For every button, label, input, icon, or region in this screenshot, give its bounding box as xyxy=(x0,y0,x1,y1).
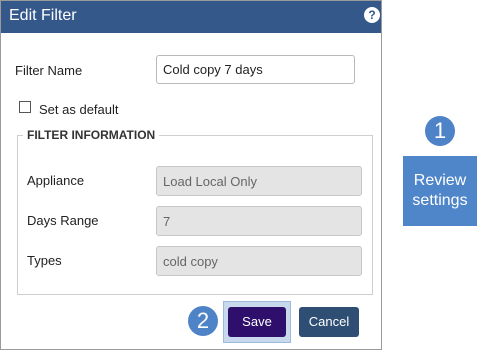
filter-name-input[interactable] xyxy=(156,55,355,84)
days-range-label: Days Range xyxy=(27,213,99,228)
days-range-field xyxy=(156,206,362,236)
step-2-badge: 2 xyxy=(188,306,218,336)
edit-filter-dialog: Edit Filter ? Filter Name Set as default… xyxy=(0,0,382,350)
save-button[interactable]: Save xyxy=(228,307,286,337)
step-1-badge: 1 xyxy=(425,116,455,146)
dialog-titlebar: Edit Filter ? xyxy=(1,1,381,33)
types-field xyxy=(156,246,362,276)
cancel-button[interactable]: Cancel xyxy=(299,307,359,337)
filter-information-title: FILTER INFORMATION xyxy=(23,128,160,142)
help-icon[interactable]: ? xyxy=(364,7,380,23)
filter-name-label: Filter Name xyxy=(15,63,83,78)
set-default-checkbox[interactable] xyxy=(19,101,31,113)
dialog-title: Edit Filter xyxy=(9,7,77,24)
set-default-label: Set as default xyxy=(39,102,119,117)
appliance-label: Appliance xyxy=(27,173,85,188)
review-settings-callout: Review settings xyxy=(403,156,477,226)
types-label: Types xyxy=(27,253,62,268)
appliance-field xyxy=(156,166,362,196)
